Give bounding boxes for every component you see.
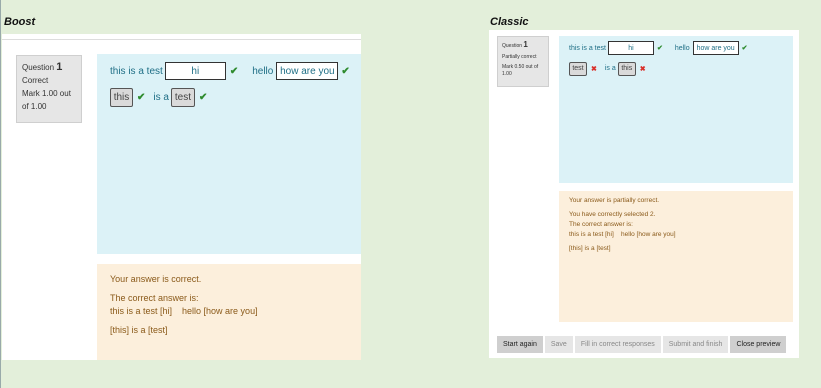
incorrect-icon: ✖ [591, 65, 597, 73]
boost-input-2[interactable]: how are you [276, 62, 339, 80]
boost-formulation: this is a test hi ✔ hello how are you ✔ … [97, 54, 361, 254]
classic-correct-label: The correct answer is: [569, 221, 633, 228]
classic-text-before: this is a test [569, 44, 606, 52]
boost-feedback: Your answer is correct. The correct answ… [97, 264, 361, 360]
classic-input-1[interactable]: hi [607, 41, 654, 55]
left-border [0, 0, 1, 388]
boost-feedback-message: Your answer is correct. [110, 274, 202, 284]
correct-icon: ✔ [341, 65, 350, 77]
classic-heading: Classic [490, 16, 529, 28]
correct-icon: ✔ [137, 91, 146, 103]
fill-correct-responses-button[interactable]: Fill in correct responses [574, 336, 661, 353]
boost-drag-box-1[interactable]: this [110, 87, 133, 107]
classic-feedback-message: Your answer is partially correct. [569, 197, 660, 204]
classic-line-1: this is a test hi ✔ hello how are you ✔ [569, 41, 793, 55]
boost-question-info: Question 1 Correct Mark 1.00 out of 1.00 [16, 55, 82, 123]
boost-heading: Boost [4, 16, 36, 28]
boost-divider [2, 39, 361, 40]
classic-question-state: Partially correct [502, 53, 537, 60]
classic-line-2: test ✖ is a this ✖ [569, 61, 793, 76]
correct-icon: ✔ [741, 45, 748, 52]
boost-text-before: this is a test [110, 65, 163, 77]
classic-input-2[interactable]: how are you [692, 41, 739, 55]
close-preview-button[interactable]: Close preview [730, 336, 787, 353]
preview-buttons: Start again Save Fill in correct respons… [497, 336, 787, 353]
classic-question-info: Question 1 Partially correct Mark 0.50 o… [497, 36, 549, 87]
boost-question-state: Correct [22, 76, 49, 85]
classic-drag-box-2[interactable]: this [617, 61, 636, 76]
boost-line-2: this ✔ is a test ✔ [110, 87, 361, 107]
correct-icon: ✔ [656, 45, 663, 52]
classic-question-mark: Mark 0.50 out of 1.00 [502, 64, 539, 77]
boost-answer-line-1: this is a test [hi] hello [how are you] [110, 306, 258, 316]
correct-icon: ✔ [229, 65, 239, 77]
correct-icon: ✔ [198, 91, 208, 103]
boost-drag-middle: is a [153, 91, 169, 103]
classic-formulation: this is a test hi ✔ hello how are you ✔ … [559, 36, 793, 183]
classic-question-number: Question 1 [502, 40, 528, 49]
classic-feedback: Your answer is partially correct. You ha… [559, 191, 793, 322]
boost-answer-line-2: [this] is a [test] [110, 325, 168, 335]
boost-line-1: this is a test hi ✔ hello how are you ✔ [110, 62, 361, 80]
boost-drag-box-2[interactable]: test [170, 87, 195, 107]
classic-text-middle: hello [674, 44, 690, 52]
classic-answer-line-1: this is a test [hi] hello [how are you] [569, 231, 676, 238]
boost-question-number: Question 1 [22, 61, 63, 73]
classic-drag-middle: is a [604, 65, 616, 72]
boost-input-1[interactable]: hi [164, 62, 226, 80]
boost-question-mark: Mark 1.00 out of 1.00 [22, 89, 71, 111]
save-button[interactable]: Save [544, 336, 573, 353]
boost-correct-label: The correct answer is: [110, 293, 199, 303]
incorrect-icon: ✖ [639, 65, 646, 73]
classic-selected-count: You have correctly selected 2. [569, 211, 656, 218]
classic-answer-line-2: [this] is a [test] [569, 245, 611, 252]
start-again-button[interactable]: Start again [497, 336, 543, 353]
submit-and-finish-button[interactable]: Submit and finish [662, 336, 729, 353]
classic-drag-box-1[interactable]: test [569, 61, 587, 76]
boost-text-middle: hello [252, 65, 274, 77]
